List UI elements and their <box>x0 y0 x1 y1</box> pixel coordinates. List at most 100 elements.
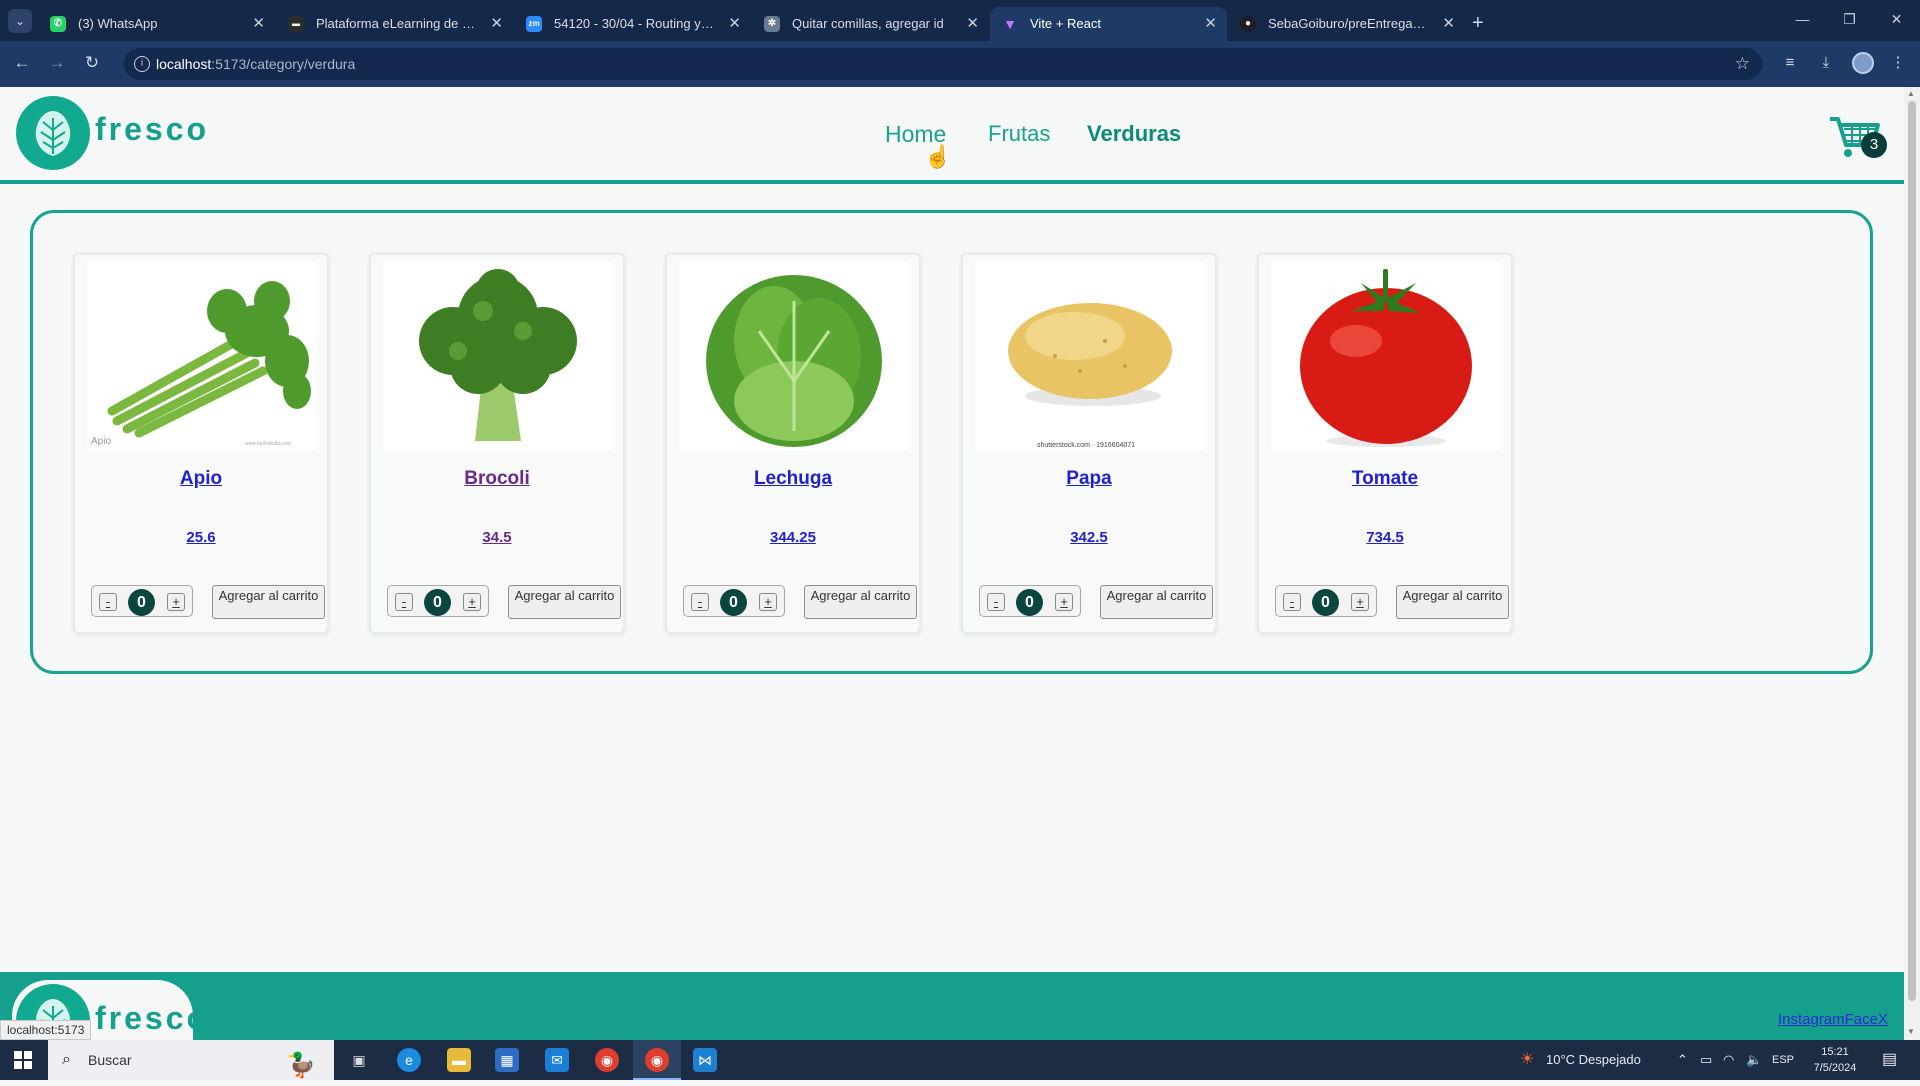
chrome-profile-icon[interactable]: ◉ <box>645 1048 669 1072</box>
close-icon[interactable]: ✕ <box>966 7 979 41</box>
add-to-cart-button[interactable]: Agregar al carrito <box>212 585 325 619</box>
decrement-button[interactable]: - <box>99 593 117 611</box>
increment-button[interactable]: + <box>1055 593 1073 611</box>
product-price[interactable]: 34.5 <box>371 529 623 546</box>
close-icon[interactable]: ✕ <box>252 7 265 41</box>
add-to-cart-button[interactable]: Agregar al carrito <box>1396 585 1509 619</box>
decrement-button[interactable]: - <box>691 593 709 611</box>
quantity-stepper: - 0 + <box>683 585 785 617</box>
wifi-icon[interactable]: ◠ <box>1723 1040 1734 1080</box>
close-icon[interactable]: ✕ <box>1442 7 1455 41</box>
profile-avatar[interactable] <box>1852 52 1874 74</box>
close-window-icon[interactable]: ✕ <box>1873 0 1920 41</box>
product-price[interactable]: 344.25 <box>667 529 919 546</box>
tab-github[interactable]: ● SebaGoiburo/preEntrega2Goiburo ✕ <box>1228 7 1465 41</box>
quantity-stepper: - 0 + <box>1275 585 1377 617</box>
close-icon[interactable]: ✕ <box>490 7 503 41</box>
tab-title: 54120 - 30/04 - Routing y navegación <box>554 16 751 31</box>
increment-button[interactable]: + <box>167 593 185 611</box>
tab-title: Plataforma eLearning de Coder <box>316 16 498 31</box>
clock-date: 7/5/2024 <box>1813 1062 1857 1074</box>
scroll-down-icon[interactable]: ▼ <box>1907 1027 1915 1036</box>
quantity-value: 0 <box>424 589 451 616</box>
reload-icon[interactable]: ↻ <box>80 51 104 75</box>
nav-frutas[interactable]: Frutas <box>988 121 1050 147</box>
product-name[interactable]: Lechuga <box>667 468 919 490</box>
tab-search-icon[interactable]: ⌄ <box>8 9 32 33</box>
close-icon[interactable]: ✕ <box>1204 7 1217 41</box>
weather-text[interactable]: 10°C Despejado <box>1546 1040 1641 1080</box>
media-control-icon[interactable]: ≡ <box>1778 51 1802 75</box>
windows-start-icon[interactable] <box>14 1051 32 1069</box>
tray-chevron-icon[interactable]: ⌃ <box>1677 1040 1688 1080</box>
vscode-icon[interactable]: ⋈ <box>693 1048 717 1072</box>
site-info-icon[interactable]: i <box>134 56 150 72</box>
forward-icon[interactable]: → <box>45 51 69 75</box>
lettuce-image <box>679 261 909 451</box>
add-to-cart-button[interactable]: Agregar al carrito <box>804 585 917 619</box>
store-icon[interactable]: ▦ <box>495 1048 519 1072</box>
product-name[interactable]: Papa <box>963 468 1215 490</box>
nav-verduras[interactable]: Verduras <box>1087 121 1181 147</box>
chrome-icon[interactable]: ◉ <box>595 1048 619 1072</box>
social-links[interactable]: InstagramFaceX <box>1778 1011 1888 1028</box>
volume-icon[interactable]: 🔈 <box>1746 1040 1762 1080</box>
tab-title: Vite + React <box>1030 16 1101 31</box>
language-indicator[interactable]: ESP <box>1772 1040 1794 1080</box>
network-icon[interactable]: ▭ <box>1700 1040 1712 1080</box>
task-view-icon[interactable]: ▣ <box>347 1048 371 1072</box>
increment-button[interactable]: + <box>759 593 777 611</box>
windows-taskbar: ⌕ Buscar 🦆 ▣ e ▬ ▦ ✉ ◉ ◉ ⋈ ☀ 10°C Despej… <box>0 1040 1920 1080</box>
product-price[interactable]: 25.6 <box>75 529 327 546</box>
minimize-icon[interactable]: — <box>1779 0 1826 41</box>
file-explorer-icon[interactable]: ▬ <box>447 1048 471 1072</box>
tab-whatsapp[interactable]: ✆ (3) WhatsApp ✕ <box>38 7 275 41</box>
clock-time: 15:21 <box>1821 1046 1849 1058</box>
increment-button[interactable]: + <box>1351 593 1369 611</box>
product-name[interactable]: Brocoli <box>371 468 623 490</box>
edge-icon[interactable]: e <box>397 1048 421 1072</box>
tab-chatgpt[interactable]: ✲ Quitar comillas, agregar id ✕ <box>752 7 989 41</box>
back-icon[interactable]: ← <box>10 51 34 75</box>
page-scrollbar[interactable]: ▲ ▼ <box>1904 87 1920 1040</box>
tab-title: Quitar comillas, agregar id <box>792 16 944 31</box>
site-footer: fresco InstagramFaceX <box>0 972 1904 1058</box>
address-bar[interactable]: i localhost:5173/category/verdura ☆ <box>124 48 1762 80</box>
scroll-up-icon[interactable]: ▲ <box>1907 89 1915 98</box>
clock[interactable]: 15:21 7/5/2024 <box>1800 1044 1870 1076</box>
product-price[interactable]: 734.5 <box>1259 529 1511 546</box>
tab-zoom[interactable]: zm 54120 - 30/04 - Routing y navegación … <box>514 7 751 41</box>
quantity-value: 0 <box>128 589 155 616</box>
product-name[interactable]: Apio <box>75 468 327 490</box>
logo[interactable] <box>16 96 90 170</box>
add-to-cart-button[interactable]: Agregar al carrito <box>1100 585 1213 619</box>
search-placeholder: Buscar <box>88 1052 132 1068</box>
menu-icon[interactable]: ⋮ <box>1886 51 1910 75</box>
browser-tab-strip: ⌄ ✆ (3) WhatsApp ✕ ▬ Plataforma eLearnin… <box>0 0 1920 41</box>
download-icon[interactable]: ⤓ <box>1814 51 1838 75</box>
decrement-button[interactable]: - <box>987 593 1005 611</box>
product-price[interactable]: 342.5 <box>963 529 1215 546</box>
taskbar-search[interactable]: ⌕ Buscar 🦆 <box>48 1040 334 1080</box>
product-name[interactable]: Tomate <box>1259 468 1511 490</box>
scrollbar-thumb[interactable] <box>1908 101 1916 1001</box>
mail-icon[interactable]: ✉ <box>545 1048 569 1072</box>
close-icon[interactable]: ✕ <box>728 7 741 41</box>
vite-icon: ▼ <box>1003 16 1017 32</box>
decrement-button[interactable]: - <box>395 593 413 611</box>
tab-vite-react[interactable]: ▼ Vite + React ✕ <box>990 7 1227 41</box>
zoom-icon: zm <box>526 16 542 32</box>
tab-coder[interactable]: ▬ Plataforma eLearning de Coder ✕ <box>276 7 513 41</box>
add-to-cart-button[interactable]: Agregar al carrito <box>508 585 621 619</box>
restore-icon[interactable]: ❐ <box>1826 0 1873 41</box>
notifications-icon[interactable]: ▤ <box>1882 1040 1897 1080</box>
quantity-value: 0 <box>1312 589 1339 616</box>
quantity-stepper: - 0 + <box>979 585 1081 617</box>
new-tab-icon[interactable]: + <box>1472 12 1484 35</box>
apio-image-label: Apio <box>91 436 111 447</box>
decrement-button[interactable]: - <box>1283 593 1301 611</box>
broccoli-image <box>383 261 613 451</box>
bookmark-star-icon[interactable]: ☆ <box>1735 48 1750 80</box>
mouse-cursor-icon: ☝ <box>924 144 952 169</box>
increment-button[interactable]: + <box>463 593 481 611</box>
